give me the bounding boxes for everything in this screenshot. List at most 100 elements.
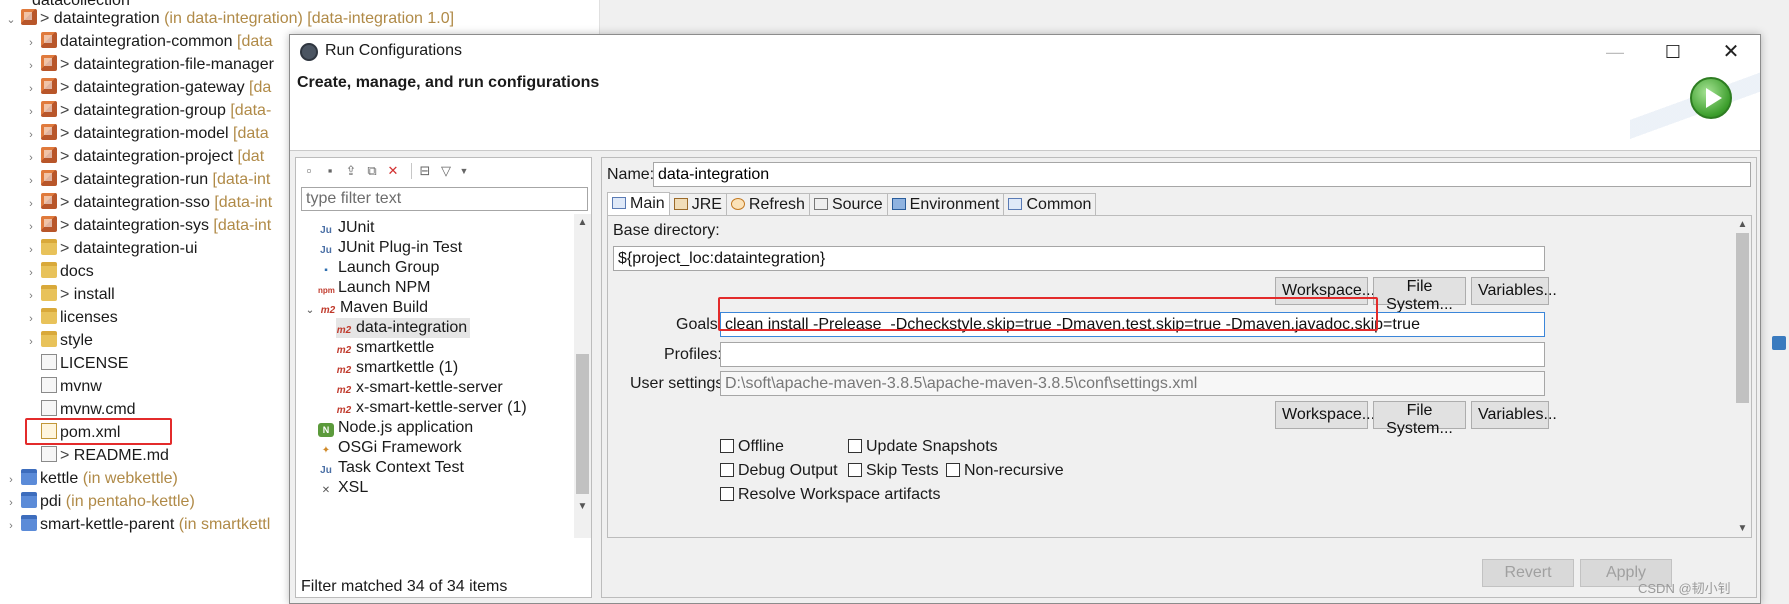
chevron-right-icon[interactable]: › bbox=[24, 262, 38, 284]
tab-common[interactable]: Common bbox=[1003, 193, 1097, 216]
config-item-x-smart-kettle-server-1[interactable]: m2 x-smart-kettle-server (1) bbox=[336, 398, 527, 418]
offline-checkbox[interactable]: Offline bbox=[720, 438, 784, 456]
tree-item-dataintegration-project[interactable]: › > dataintegration-project [dat bbox=[24, 146, 264, 168]
config-type-launch-group[interactable]: ▪ Launch Group bbox=[318, 258, 439, 278]
chevron-down-icon[interactable]: ⌄ bbox=[4, 9, 18, 31]
chevron-right-icon[interactable]: › bbox=[24, 285, 38, 307]
update-snapshots-checkbox[interactable]: Update Snapshots bbox=[848, 438, 998, 456]
config-type-junit-plugin[interactable]: Ju JUnit Plug-in Test bbox=[318, 238, 462, 258]
config-type-task-context-test[interactable]: Ju Task Context Test bbox=[318, 458, 464, 478]
tab-jre[interactable]: JRE bbox=[668, 193, 727, 216]
new-prototype-icon[interactable]: ▪ bbox=[322, 163, 338, 179]
collapse-all-icon[interactable]: ⊟ bbox=[417, 163, 433, 179]
config-type-xsl[interactable]: ✕ XSL bbox=[318, 478, 368, 498]
settings-variables-button[interactable]: Variables... bbox=[1471, 401, 1557, 429]
tree-item-dataintegration-ui[interactable]: › > dataintegration-ui bbox=[24, 238, 197, 260]
tree-item-smart-kettle-parent[interactable]: › smart-kettle-parent (in smartkettl bbox=[4, 514, 270, 536]
chevron-right-icon[interactable]: › bbox=[4, 469, 18, 491]
chevron-down-icon[interactable]: ⌄ bbox=[304, 304, 316, 318]
view-icon[interactable] bbox=[1772, 336, 1786, 350]
scroll-thumb[interactable] bbox=[1736, 233, 1749, 403]
tree-item-licenses[interactable]: › licenses bbox=[24, 307, 118, 329]
debug-output-checkbox[interactable]: Debug Output bbox=[720, 462, 838, 480]
config-item-smartkettle[interactable]: m2 smartkettle bbox=[336, 338, 434, 358]
checkbox-box[interactable] bbox=[720, 439, 734, 453]
dropdown-arrow-icon[interactable]: ▼ bbox=[459, 163, 469, 179]
scroll-down-icon[interactable]: ▼ bbox=[1734, 520, 1751, 537]
checkbox-box[interactable] bbox=[720, 463, 734, 477]
tree-item-docs[interactable]: › docs bbox=[24, 261, 94, 283]
maximize-button[interactable]: ☐ bbox=[1658, 39, 1688, 65]
skip-tests-checkbox[interactable]: Skip Tests bbox=[848, 462, 939, 480]
name-input[interactable] bbox=[653, 162, 1751, 187]
checkbox-box[interactable] bbox=[720, 487, 734, 501]
chevron-right-icon[interactable]: › bbox=[24, 331, 38, 353]
chevron-right-icon[interactable]: › bbox=[24, 55, 38, 77]
chevron-right-icon[interactable]: › bbox=[24, 216, 38, 238]
base-dir-variables-button[interactable]: Variables... bbox=[1471, 277, 1557, 305]
chevron-right-icon[interactable]: › bbox=[24, 170, 38, 192]
tab-main[interactable]: Main bbox=[607, 192, 670, 216]
chevron-right-icon[interactable]: › bbox=[24, 239, 38, 261]
tree-item-license-file[interactable]: LICENSE bbox=[38, 353, 128, 375]
tab-source[interactable]: Source bbox=[808, 193, 888, 216]
base-dir-filesystem-button[interactable]: File System... bbox=[1373, 277, 1466, 313]
scroll-thumb[interactable] bbox=[576, 354, 589, 494]
checkbox-box[interactable] bbox=[946, 463, 960, 477]
scroll-down-icon[interactable]: ▼ bbox=[574, 498, 591, 515]
config-item-data-integration[interactable]: m2 data-integration bbox=[336, 318, 471, 338]
config-item-x-smart-kettle-server[interactable]: m2 x-smart-kettle-server bbox=[336, 378, 503, 398]
export-icon[interactable]: ⇪ bbox=[343, 163, 359, 179]
user-settings-input[interactable] bbox=[720, 371, 1545, 396]
config-type-osgi[interactable]: ✦ OSGi Framework bbox=[318, 438, 462, 458]
chevron-right-icon[interactable]: › bbox=[4, 515, 18, 537]
new-config-icon[interactable]: ▫ bbox=[301, 163, 317, 179]
tree-item-readme[interactable]: > README.md bbox=[38, 445, 169, 467]
scroll-up-icon[interactable]: ▲ bbox=[1734, 216, 1751, 233]
profiles-input[interactable] bbox=[720, 342, 1545, 367]
tree-item-dataintegration-sys[interactable]: › > dataintegration-sys [data-int bbox=[24, 215, 271, 237]
minimize-button[interactable]: — bbox=[1600, 39, 1630, 65]
tree-item-dataintegration-sso[interactable]: › > dataintegration-sso [data-int bbox=[24, 192, 272, 214]
config-item-smartkettle-1[interactable]: m2 smartkettle (1) bbox=[336, 358, 458, 378]
tree-item-dataintegration-file-manager[interactable]: › > dataintegration-file-manager bbox=[24, 54, 274, 76]
tab-refresh[interactable]: Refresh bbox=[725, 193, 810, 216]
duplicate-icon[interactable]: ⧉ bbox=[364, 163, 380, 179]
tree-item-dataintegration-group[interactable]: › > dataintegration-group [data- bbox=[24, 100, 271, 122]
filter-icon[interactable]: ▽ bbox=[438, 163, 454, 179]
non-recursive-checkbox[interactable]: Non-recursive bbox=[946, 462, 1064, 480]
tab-environment[interactable]: Environment bbox=[886, 193, 1005, 216]
list-scrollbar[interactable]: ▲ ▼ bbox=[574, 214, 591, 538]
tree-item-dataintegration-common[interactable]: › dataintegration-common [data bbox=[24, 31, 273, 53]
filter-input[interactable] bbox=[301, 187, 588, 211]
chevron-right-icon[interactable]: › bbox=[4, 492, 18, 514]
tree-item-mvnw[interactable]: mvnw bbox=[38, 376, 102, 398]
tree-item-dataintegration-gateway[interactable]: › > dataintegration-gateway [da bbox=[24, 77, 271, 99]
resolve-workspace-checkbox[interactable]: Resolve Workspace artifacts bbox=[720, 486, 940, 504]
checkbox-box[interactable] bbox=[848, 463, 862, 477]
tree-item-dataintegration-model[interactable]: › > dataintegration-model [data bbox=[24, 123, 269, 145]
tree-item-install[interactable]: › > install bbox=[24, 284, 115, 306]
chevron-right-icon[interactable]: › bbox=[24, 193, 38, 215]
tab-scrollbar[interactable]: ▲ ▼ bbox=[1734, 216, 1751, 537]
close-button[interactable]: ✕ bbox=[1716, 39, 1746, 65]
scroll-up-icon[interactable]: ▲ bbox=[574, 214, 591, 231]
config-type-junit[interactable]: Ju JUnit bbox=[318, 218, 374, 238]
checkbox-box[interactable] bbox=[848, 439, 862, 453]
chevron-right-icon[interactable]: › bbox=[24, 101, 38, 123]
tree-item-dataintegration-run[interactable]: › > dataintegration-run [data-int bbox=[24, 169, 270, 191]
chevron-right-icon[interactable]: › bbox=[24, 32, 38, 54]
tree-item-kettle[interactable]: › kettle (in webkettle) bbox=[4, 468, 178, 490]
tree-item-style[interactable]: › style bbox=[24, 330, 93, 352]
settings-filesystem-button[interactable]: File System... bbox=[1373, 401, 1466, 437]
settings-workspace-button[interactable]: Workspace... bbox=[1275, 401, 1375, 429]
tree-item-dataintegration[interactable]: ⌄ > dataintegration (in data-integration)… bbox=[4, 8, 454, 30]
chevron-right-icon[interactable]: › bbox=[24, 78, 38, 100]
chevron-right-icon[interactable]: › bbox=[24, 124, 38, 146]
chevron-right-icon[interactable]: › bbox=[24, 308, 38, 330]
delete-icon[interactable]: ✕ bbox=[385, 163, 401, 179]
base-directory-input[interactable] bbox=[613, 246, 1545, 271]
config-type-nodejs[interactable]: N Node.js application bbox=[318, 418, 473, 438]
config-type-launch-npm[interactable]: npm Launch NPM bbox=[318, 278, 431, 298]
revert-button[interactable]: Revert bbox=[1482, 559, 1574, 587]
